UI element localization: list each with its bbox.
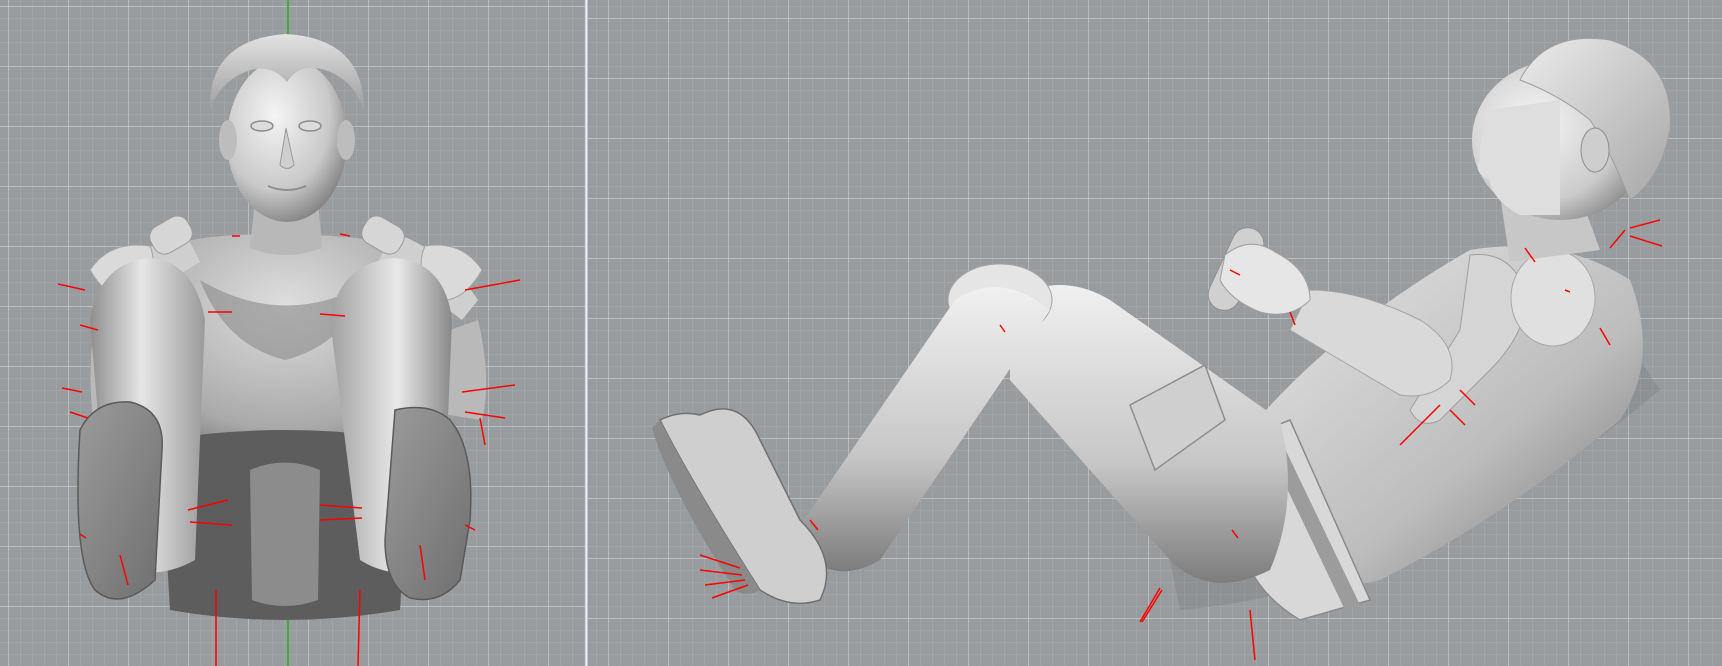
figure-side-view-icon bbox=[652, 37, 1671, 661]
right-viewport[interactable] bbox=[588, 0, 1722, 666]
figure-front-view-icon bbox=[57, 34, 521, 666]
front-viewport[interactable] bbox=[0, 0, 585, 666]
modeling-app-window bbox=[0, 0, 1722, 666]
